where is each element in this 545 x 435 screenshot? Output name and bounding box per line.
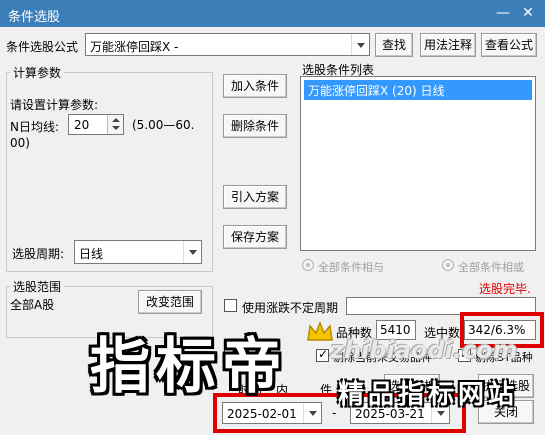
- window-title: 条件选股: [8, 10, 61, 25]
- arrow-down-icon[interactable]: [112, 126, 120, 130]
- title-bar: 条件选股 — ✕: [0, 0, 545, 27]
- check-icon: ✓: [318, 347, 329, 361]
- formula-dropdown[interactable]: 万能涨停回踩X -: [85, 33, 370, 56]
- ma-label: N日均线:: [10, 120, 60, 134]
- ma-value: 20: [74, 118, 90, 132]
- watermark-tagline: 精品指标网站: [338, 380, 519, 410]
- change-scope-button[interactable]: 改变范围: [138, 290, 202, 314]
- formula-label: 条件选股公式: [6, 40, 79, 54]
- or-radio[interactable]: [442, 259, 454, 271]
- usage-button[interactable]: 用法注释: [420, 33, 476, 57]
- formula-value: 万能涨停回踩X -: [90, 40, 179, 54]
- or-radio-label: 全部条件相或: [458, 261, 524, 274]
- save-scheme-button[interactable]: 保存方案: [223, 225, 287, 249]
- find-button[interactable]: 查找: [375, 33, 413, 57]
- start-date-value: 2025-02-01: [227, 407, 297, 421]
- ma-range-line2: 00): [10, 136, 30, 150]
- import-scheme-button[interactable]: 引入方案: [223, 185, 287, 209]
- status-text: 选股完毕.: [479, 282, 531, 296]
- period-dropdown[interactable]: 日线: [74, 240, 202, 264]
- chevron-down-icon[interactable]: [183, 241, 201, 263]
- and-radio[interactable]: [302, 259, 314, 271]
- ma-stepper[interactable]: 20: [68, 114, 124, 135]
- count-value: 5410: [380, 323, 411, 337]
- condition-stock-picker-window: 条件选股 — ✕ 条件选股公式 万能涨停回踩X - 查找 用法注释 查看公式 计…: [0, 0, 545, 435]
- and-radio-label: 全部条件相与: [318, 261, 384, 274]
- delete-condition-button[interactable]: 删除条件: [223, 114, 287, 138]
- start-date-picker[interactable]: 2025-02-01: [222, 402, 322, 424]
- period-label: 选股周期:: [12, 247, 65, 261]
- watermark-logo: 指标帝: [90, 332, 288, 402]
- period-value: 日线: [79, 247, 104, 261]
- conditions-list[interactable]: 万能涨停回踩X (20) 日线: [300, 76, 536, 251]
- scope-group-label: 选股范围: [10, 278, 65, 295]
- params-group-label: 计算参数: [10, 64, 65, 81]
- close-window-button[interactable]: ✕: [519, 4, 537, 22]
- view-formula-button[interactable]: 查看公式: [481, 33, 537, 57]
- limit-cycle-label: 使用涨跌不定周期: [242, 301, 339, 315]
- minimize-button[interactable]: —: [494, 4, 512, 22]
- watermark-url: zhibiaodi.com: [330, 336, 518, 364]
- arrow-up-icon[interactable]: [112, 118, 120, 122]
- chevron-down-icon[interactable]: [351, 34, 369, 55]
- date-separator: -: [332, 406, 337, 420]
- add-condition-button[interactable]: 加入条件: [223, 74, 287, 98]
- params-prompt: 请设置计算参数:: [10, 98, 99, 112]
- limit-cycle-checkbox[interactable]: [224, 299, 237, 312]
- scope-value: 全部A股: [10, 298, 55, 312]
- remove-suspended-checkbox[interactable]: ✓: [316, 347, 329, 362]
- stepper-arrows[interactable]: [107, 115, 123, 134]
- list-item[interactable]: 万能涨停回踩X (20) 日线: [304, 80, 532, 100]
- chevron-down-icon[interactable]: [303, 403, 321, 423]
- ma-range-line1: (5.00—60.: [132, 118, 195, 132]
